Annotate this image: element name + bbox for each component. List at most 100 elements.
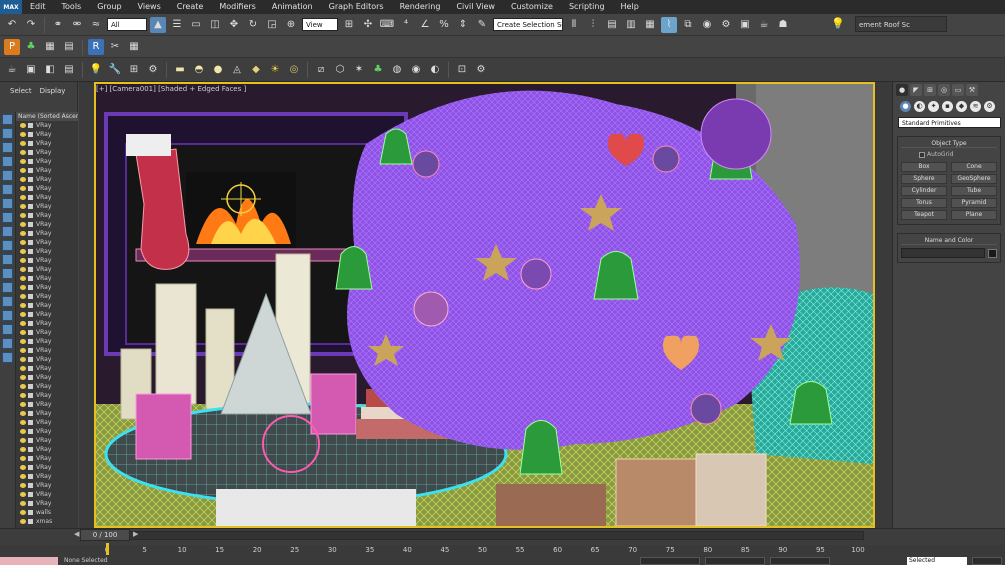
- visibility-icon[interactable]: [20, 501, 26, 506]
- display-tab-icon[interactable]: ▭: [952, 84, 964, 96]
- camera-viewport[interactable]: [+] [Camera001] [Shaded + Edged Faces ]: [94, 82, 875, 528]
- visibility-icon[interactable]: [20, 231, 26, 236]
- vray-proxy-icon[interactable]: ⬡: [332, 62, 348, 78]
- list-item[interactable]: VRay: [16, 139, 78, 148]
- list-item[interactable]: VRay: [16, 427, 78, 436]
- visibility-icon[interactable]: [20, 132, 26, 137]
- place-icon[interactable]: ⊕: [283, 17, 299, 33]
- list-item[interactable]: VRay: [16, 418, 78, 427]
- visibility-icon[interactable]: [20, 420, 26, 425]
- helpers-icon[interactable]: ◆: [956, 100, 967, 112]
- select-object-icon[interactable]: ▲: [150, 16, 166, 33]
- visibility-icon[interactable]: [20, 303, 26, 308]
- list-item[interactable]: VRay: [16, 247, 78, 256]
- table-icon[interactable]: ▤: [61, 39, 77, 55]
- filter-layers-icon[interactable]: [2, 352, 13, 363]
- sphere-button[interactable]: Sphere: [901, 174, 947, 184]
- filter-bones-icon[interactable]: [2, 226, 13, 237]
- list-item[interactable]: VRay: [16, 283, 78, 292]
- visibility-icon[interactable]: [20, 159, 26, 164]
- list-item[interactable]: VRay: [16, 319, 78, 328]
- filter-containers-icon[interactable]: [2, 240, 13, 251]
- selection-filter-dropdown[interactable]: All: [107, 18, 147, 31]
- list-item[interactable]: VRay: [16, 337, 78, 346]
- cone-button[interactable]: Cone: [951, 162, 997, 172]
- visibility-icon[interactable]: [20, 276, 26, 281]
- key-filter-dropdown[interactable]: Selected: [907, 557, 967, 565]
- vray-dome-light-icon[interactable]: ◓: [191, 62, 207, 78]
- link-icon[interactable]: ⚭: [50, 17, 66, 33]
- list-item[interactable]: VRay: [16, 310, 78, 319]
- move-icon[interactable]: ✥: [226, 17, 242, 33]
- list-item[interactable]: VRay: [16, 382, 78, 391]
- geometry-icon[interactable]: ●: [900, 100, 911, 112]
- visibility-icon[interactable]: [20, 141, 26, 146]
- menu-tools[interactable]: Tools: [54, 0, 90, 14]
- visibility-icon[interactable]: [20, 375, 26, 380]
- mirror-icon[interactable]: ⫴: [566, 17, 582, 33]
- visibility-icon[interactable]: [20, 447, 26, 452]
- visibility-icon[interactable]: [20, 384, 26, 389]
- object-type-title[interactable]: Object Type: [901, 139, 997, 148]
- visibility-icon[interactable]: [20, 330, 26, 335]
- tab-display[interactable]: Display: [40, 87, 66, 95]
- visibility-icon[interactable]: [20, 294, 26, 299]
- filter-none-icon[interactable]: [2, 296, 13, 307]
- list-item[interactable]: walls: [16, 508, 78, 517]
- timeline-ruler[interactable]: 0510152025303540455055606570758085909510…: [0, 545, 1005, 557]
- modify-tab-icon[interactable]: ◤: [910, 84, 922, 96]
- menu-customize[interactable]: Customize: [503, 0, 561, 14]
- visibility-icon[interactable]: [20, 348, 26, 353]
- angle-snap-icon[interactable]: ∠: [417, 17, 433, 33]
- rectangular-selection-icon[interactable]: ▭: [188, 17, 204, 33]
- vray-mesh-export-icon[interactable]: ⊞: [126, 62, 142, 78]
- x-coordinate-field[interactable]: [640, 557, 700, 565]
- cameras-icon[interactable]: ▪: [942, 100, 953, 112]
- vray-scene-converter-icon[interactable]: ⚙: [145, 62, 161, 78]
- render-iterative-icon[interactable]: ☗: [775, 17, 791, 33]
- visibility-icon[interactable]: [20, 186, 26, 191]
- list-item[interactable]: VRay: [16, 391, 78, 400]
- visibility-icon[interactable]: [20, 312, 26, 317]
- list-item[interactable]: VRay: [16, 229, 78, 238]
- filter-hidden-icon[interactable]: [2, 268, 13, 279]
- list-item[interactable]: xmas: [16, 517, 78, 526]
- redo-icon[interactable]: ↷: [23, 17, 39, 33]
- box-button[interactable]: Box: [901, 162, 947, 172]
- create-tab-icon[interactable]: ●: [896, 84, 908, 96]
- visibility-icon[interactable]: [20, 411, 26, 416]
- vray-physical-camera-icon[interactable]: ⧄: [313, 62, 329, 78]
- list-item[interactable]: VRay: [16, 193, 78, 202]
- filter-all-icon[interactable]: [2, 282, 13, 293]
- filter-xrefs-icon[interactable]: [2, 212, 13, 223]
- rotate-icon[interactable]: ↻: [245, 17, 261, 33]
- list-item[interactable]: VRay: [16, 274, 78, 283]
- filter-spacewarps-icon[interactable]: [2, 184, 13, 195]
- filter-helpers-icon[interactable]: [2, 170, 13, 181]
- vray-clipper-icon[interactable]: ◉: [408, 62, 424, 78]
- visibility-icon[interactable]: [20, 402, 26, 407]
- filter-lights-icon[interactable]: [2, 142, 13, 153]
- torus-button[interactable]: Torus: [901, 198, 947, 208]
- list-item[interactable]: VRay: [16, 238, 78, 247]
- spacewarps-icon[interactable]: ≋: [970, 100, 981, 112]
- visibility-icon[interactable]: [20, 249, 26, 254]
- list-item[interactable]: VRay: [16, 130, 78, 139]
- teapot-button[interactable]: Teapot: [901, 210, 947, 220]
- time-slider[interactable]: [0, 528, 1005, 545]
- grid-icon[interactable]: ▦: [126, 39, 142, 55]
- window-crossing-icon[interactable]: ◫: [207, 17, 223, 33]
- visibility-icon[interactable]: [20, 285, 26, 290]
- name-color-title[interactable]: Name and Color: [901, 236, 997, 245]
- utilities-tab-icon[interactable]: ⚒: [966, 84, 978, 96]
- list-item[interactable]: VRay: [16, 364, 78, 373]
- bind-spacewarp-icon[interactable]: ≈: [88, 17, 104, 33]
- primitive-category-dropdown[interactable]: Standard Primitives: [898, 117, 1001, 128]
- visibility-icon[interactable]: [20, 366, 26, 371]
- visibility-icon[interactable]: [20, 465, 26, 470]
- spinner-snap-icon[interactable]: ⇕: [455, 17, 471, 33]
- visibility-icon[interactable]: [20, 429, 26, 434]
- list-item[interactable]: VRay: [16, 211, 78, 220]
- visibility-icon[interactable]: [20, 150, 26, 155]
- visibility-icon[interactable]: [20, 258, 26, 263]
